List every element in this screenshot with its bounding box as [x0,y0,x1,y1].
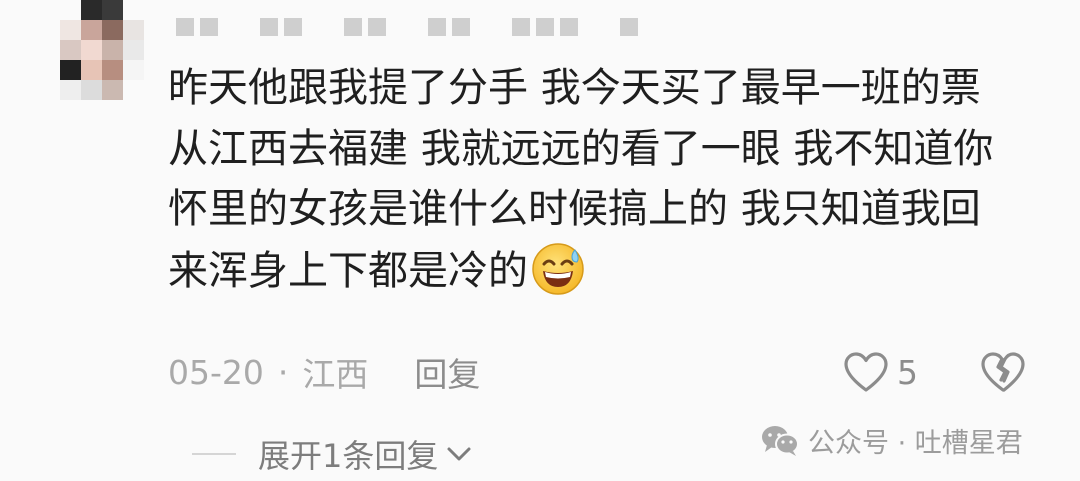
watermark-text: 公众号 · 吐槽星君 [808,427,1023,459]
heart-icon [844,352,888,392]
comment-text: 昨天他跟我提了分手 我今天买了最早一班的票 从江西去福建 我就远远的看了一眼 我… [168,58,1028,301]
comment-line: 怀里的女孩是谁什么时候搞上的 我只知道我回 [168,186,981,232]
comment-location: 江西 [302,355,369,394]
divider [192,453,236,455]
comment-line: 昨天他跟我提了分手 我今天买了最早一班的票 [168,65,981,111]
chevron-down-icon [447,447,471,461]
wechat-icon [762,426,799,456]
like-button[interactable]: 5 [843,349,918,395]
watermark: 公众号 · 吐槽星君 [760,420,1023,460]
comment-line: 从江西去福建 我就远远的看了一眼 我不知道你 [168,125,994,172]
grinning-sweat-emoji-icon [532,242,584,295]
reply-button[interactable]: 回复 [414,348,480,396]
comment-line-text: 来浑身上下都是冷的 [168,247,528,294]
comment-date: 05-20 [168,352,264,392]
comment-line: 来浑身上下都是冷的 [168,240,1028,302]
expand-replies-label: 展开1条回复 [258,437,439,475]
dislike-broken-heart-icon[interactable] [980,350,1026,394]
expand-replies-button[interactable]: 展开1条回复 [192,432,472,476]
meta-separator: · [277,352,289,392]
comment-meta: 05-20 · 江西 回复 [168,348,480,396]
username-pixelated[interactable] [176,18,638,40]
avatar[interactable] [60,0,144,100]
like-count: 5 [897,352,918,392]
